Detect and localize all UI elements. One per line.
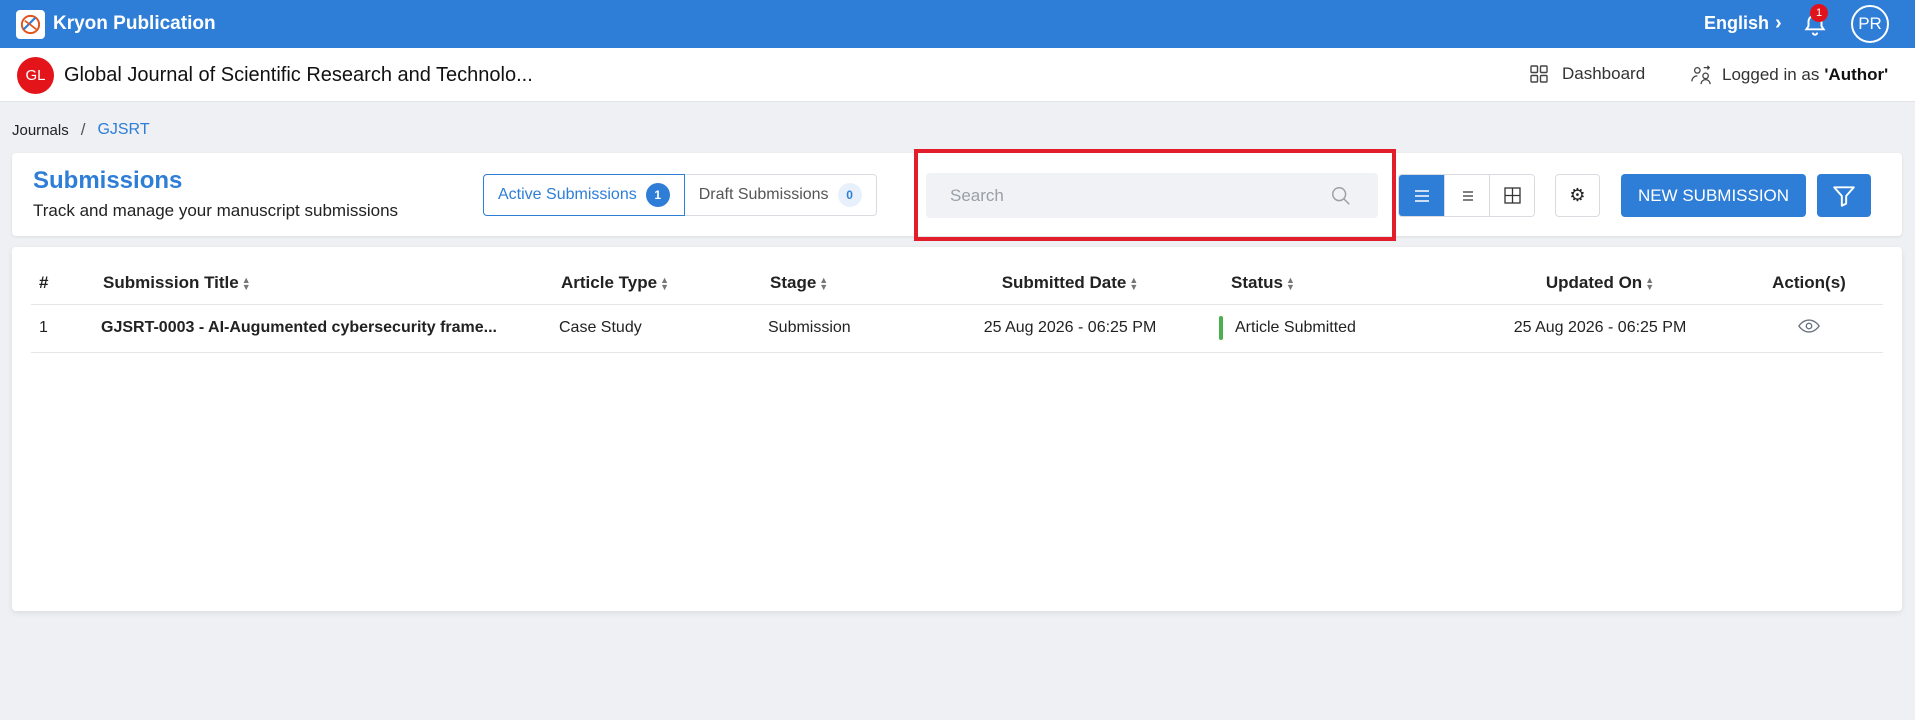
row-title[interactable]: GJSRT-0003 - AI-Augumented cybersecurity… <box>99 304 545 353</box>
filter-icon <box>1833 185 1855 207</box>
tab-draft-submissions[interactable]: Draft Submissions 0 <box>684 174 877 216</box>
page-subtitle: Track and manage your manuscript submiss… <box>33 201 399 220</box>
list-view-button[interactable] <box>1399 175 1444 216</box>
search-box <box>926 173 1378 218</box>
grid-view-button[interactable] <box>1489 175 1534 216</box>
column-submission-title[interactable]: Submission Title ▲ ▼ <box>99 263 545 305</box>
brand[interactable]: Kryon Publication <box>16 9 216 39</box>
column-submitted-date[interactable]: Submitted Date ▲ ▼ <box>925 263 1215 305</box>
column-number: # <box>31 263 99 305</box>
new-submission-button[interactable]: NEW SUBMISSION <box>1621 174 1806 217</box>
breadcrumb-separator: / <box>80 120 86 139</box>
status-label: Article Submitted <box>1235 319 1356 337</box>
breadcrumb-current[interactable]: GJSRT <box>97 121 149 139</box>
settings-icon: ⚙ <box>1569 185 1586 205</box>
tab-label: Active Submissions <box>498 186 637 203</box>
logged-in-role-name: 'Author' <box>1824 65 1889 84</box>
brand-name: Kryon Publication <box>53 13 216 34</box>
tab-count-badge: 1 <box>645 183 670 207</box>
row-number: 1 <box>31 304 99 353</box>
list-view-icon <box>1414 189 1429 202</box>
journal-badge: GL <box>17 57 54 94</box>
sort-icon[interactable]: ▲ ▼ <box>242 275 251 291</box>
top-bar: Kryon Publication English › 1 PR <box>0 0 1915 48</box>
submission-tabs: Active Submissions 1 Draft Submissions 0 <box>483 174 877 216</box>
column-article-type[interactable]: Article Type ▲ ▼ <box>545 263 765 305</box>
chevron-right-icon: › <box>1775 12 1782 34</box>
submissions-table-card: # Submission Title ▲ ▼ Article Type ▲ ▼ Stag… <box>12 247 1902 611</box>
language-selector[interactable]: English › <box>1704 12 1782 35</box>
column-stage[interactable]: Stage ▲ ▼ <box>765 263 925 305</box>
column-actions: Action(s) <box>1735 263 1883 305</box>
journal-bar: GL Global Journal of Scientific Research… <box>0 48 1915 102</box>
table-header-row: # Submission Title ▲ ▼ Article Type ▲ ▼ Stag… <box>31 263 1883 305</box>
compact-list-button[interactable] <box>1444 175 1489 216</box>
brand-logo-icon <box>16 9 45 39</box>
status-indicator <box>1219 316 1223 340</box>
grid-view-icon <box>1503 187 1521 204</box>
compact-list-icon <box>1463 190 1473 201</box>
row-article-type: Case Study <box>545 304 765 353</box>
sort-icon[interactable]: ▲ ▼ <box>1129 275 1138 291</box>
row-status: Article Submitted <box>1215 304 1465 353</box>
row-actions <box>1735 304 1883 353</box>
users-switch-icon <box>1691 65 1711 85</box>
search-input[interactable] <box>926 173 1326 218</box>
dashboard-grid-icon <box>1530 65 1548 83</box>
tab-count-badge: 0 <box>837 183 862 207</box>
submissions-table: # Submission Title ▲ ▼ Article Type ▲ ▼ Stag… <box>31 263 1883 353</box>
sort-icon[interactable]: ▲ ▼ <box>660 275 669 291</box>
filter-button[interactable] <box>1817 174 1871 217</box>
sort-icon[interactable]: ▲ ▼ <box>1286 275 1295 291</box>
language-label: English <box>1704 13 1770 33</box>
sort-icon[interactable]: ▲ ▼ <box>819 275 828 291</box>
settings-button[interactable]: ⚙ <box>1555 174 1600 217</box>
search-icon[interactable] <box>1330 185 1352 207</box>
view-toggle-group <box>1398 174 1535 217</box>
tab-label: Draft Submissions <box>698 186 829 203</box>
dashboard-label: Dashboard <box>1562 64 1646 83</box>
row-updated-on: 25 Aug 2026 - 06:25 PM <box>1465 304 1735 353</box>
dashboard-link[interactable]: Dashboard <box>1530 64 1645 84</box>
row-submitted-date: 25 Aug 2026 - 06:25 PM <box>925 304 1215 353</box>
logged-in-label: Logged in as <box>1722 65 1820 84</box>
notification-badge: 1 <box>1810 4 1828 22</box>
logged-in-role[interactable]: Logged in as 'Author' <box>1690 64 1888 86</box>
page-title: Submissions <box>33 167 183 194</box>
breadcrumb-journals[interactable]: Journals <box>12 122 69 139</box>
eye-icon[interactable] <box>1798 318 1820 334</box>
journal-title: Global Journal of Scientific Research an… <box>64 64 533 86</box>
tab-active-submissions[interactable]: Active Submissions 1 <box>483 174 685 216</box>
row-stage: Submission <box>765 304 925 353</box>
column-status[interactable]: Status ▲ ▼ <box>1215 263 1465 305</box>
sort-icon[interactable]: ▲ ▼ <box>1645 275 1654 291</box>
table-row[interactable]: 1 GJSRT-0003 - AI-Augumented cybersecuri… <box>31 304 1883 353</box>
avatar[interactable]: PR <box>1851 5 1889 43</box>
breadcrumb: Journals / GJSRT <box>12 120 150 140</box>
column-updated-on[interactable]: Updated On ▲ ▼ <box>1465 263 1735 305</box>
